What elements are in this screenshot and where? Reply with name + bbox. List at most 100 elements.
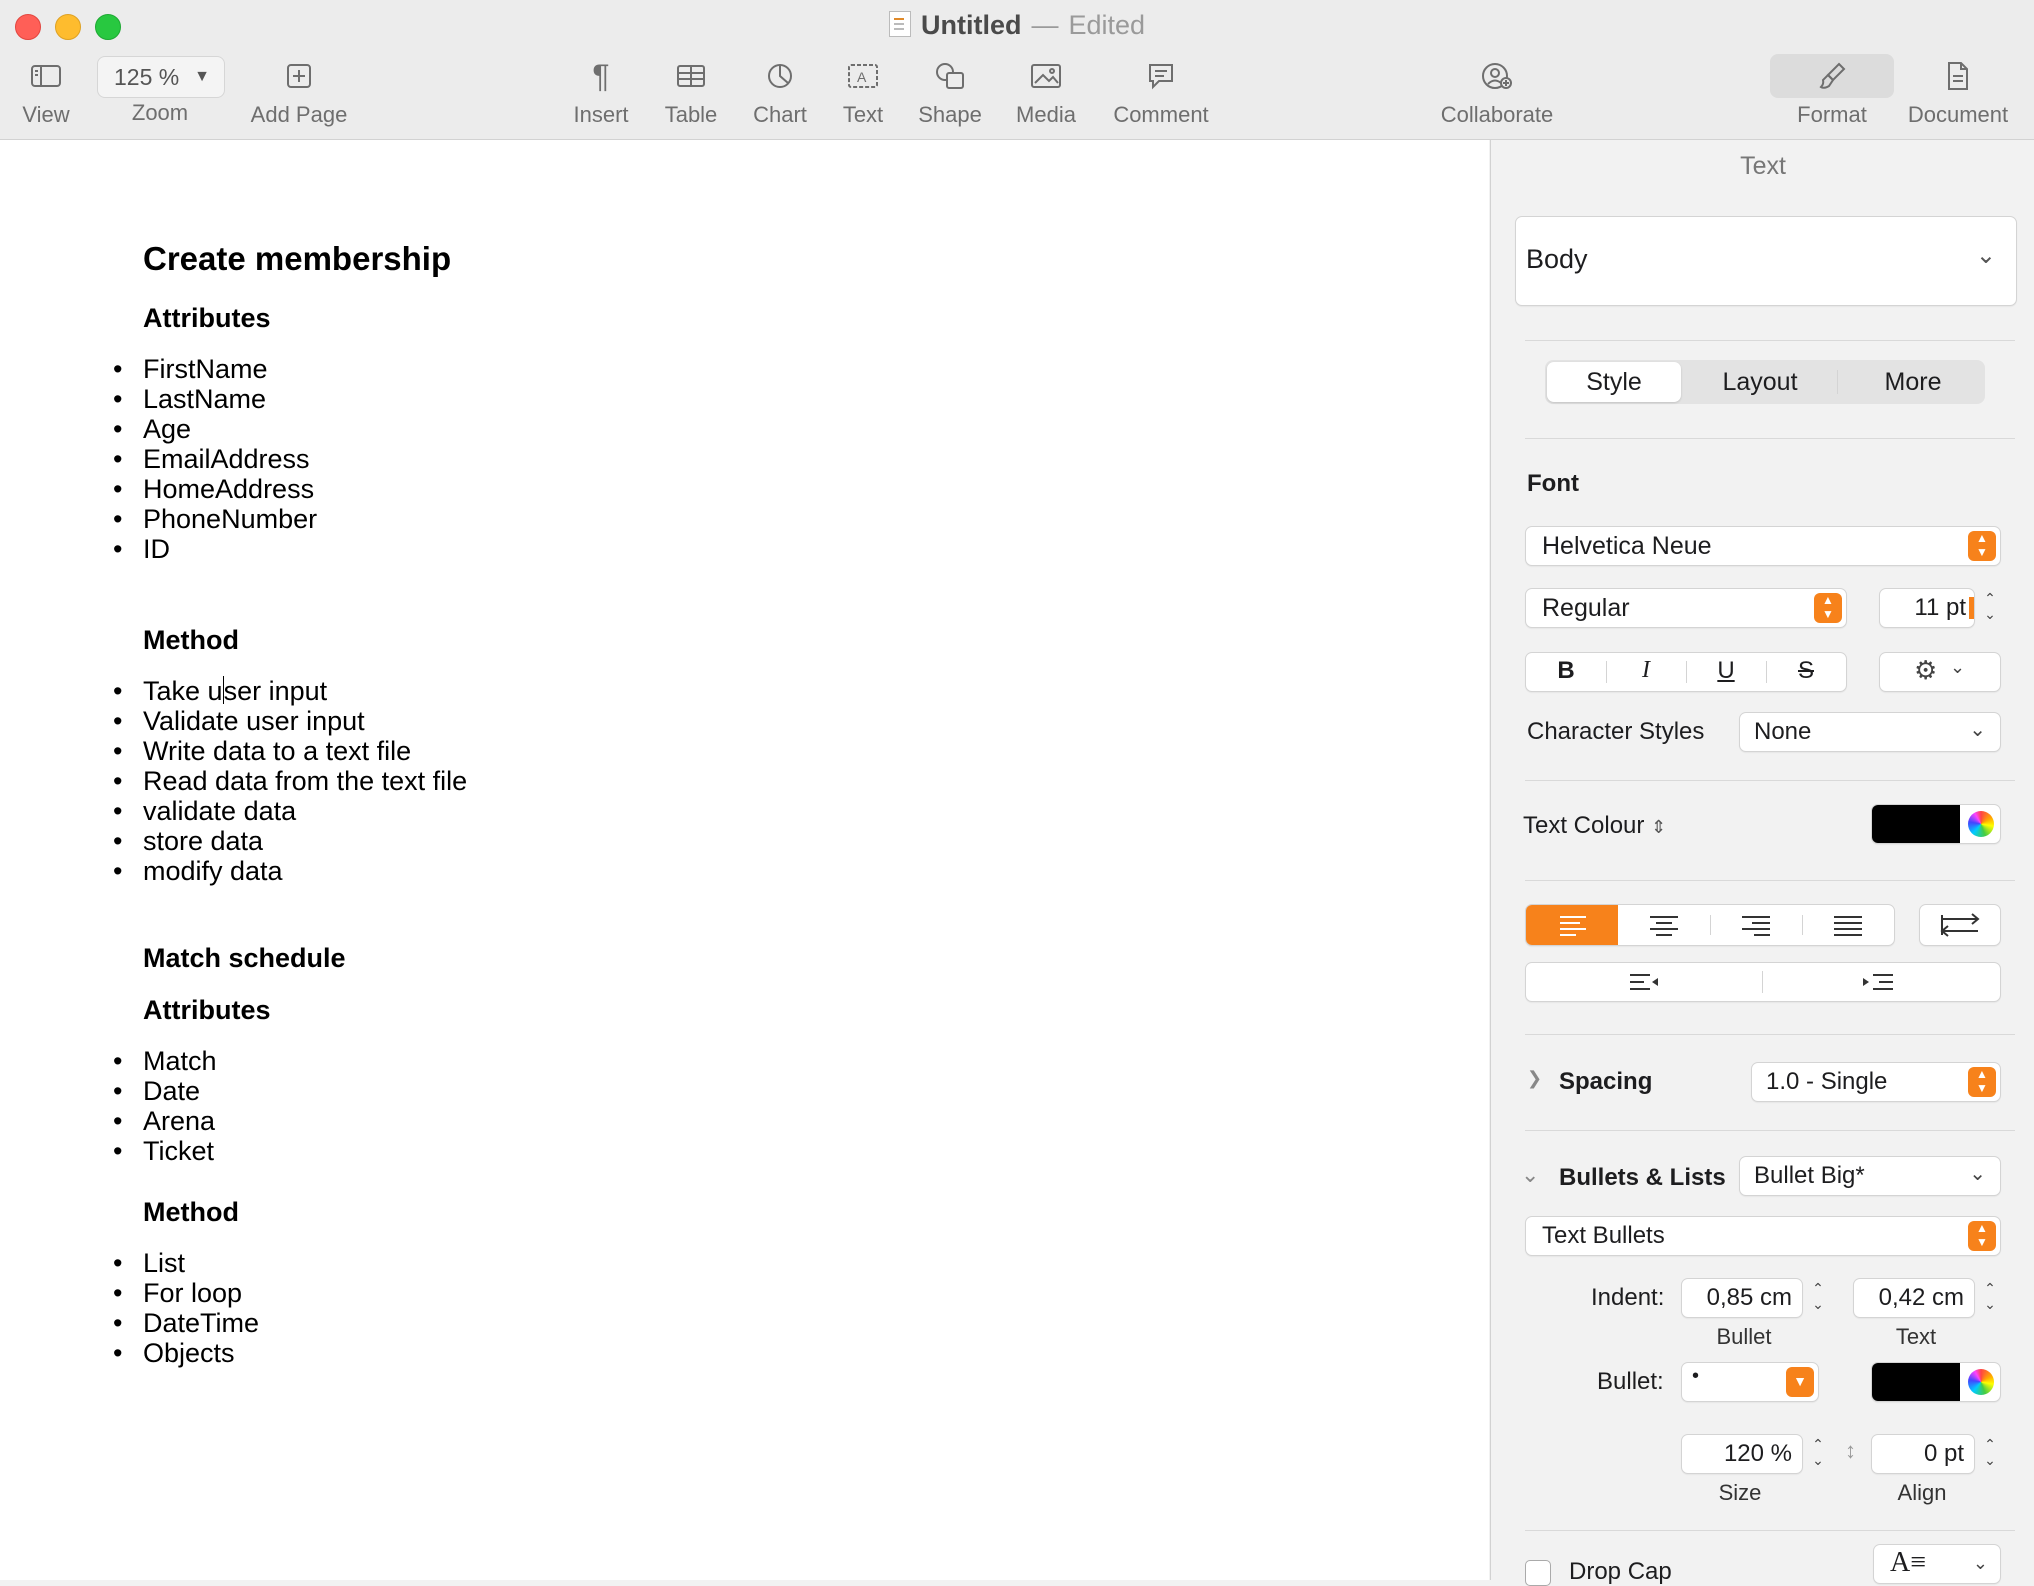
list-item: Date — [113, 1076, 1343, 1106]
align-right-icon — [1742, 916, 1770, 936]
chart-button[interactable]: Chart — [745, 56, 815, 128]
align-center-button[interactable] — [1618, 905, 1710, 945]
character-styles-label: Character Styles — [1527, 718, 1705, 745]
window-title: Untitled — Edited — [0, 8, 2034, 42]
align-left-button[interactable] — [1526, 905, 1618, 945]
font-family-popup[interactable]: Helvetica Neue ▲ ▼ — [1525, 526, 2001, 566]
bullet-colour-well[interactable] — [1871, 1362, 2001, 1402]
list-item: Take user input — [113, 676, 1343, 706]
bullet-size-stepper[interactable]: ⌃ ⌄ — [1807, 1436, 1829, 1468]
zoom-label: Zoom — [131, 100, 189, 125]
text-direction-button[interactable] — [1919, 904, 2001, 946]
heading-attributes: Attributes — [143, 303, 271, 333]
format-button[interactable]: Format — [1780, 56, 1884, 128]
table-button[interactable]: Table — [656, 56, 726, 128]
zoom-dropdown[interactable]: 125 % ▼ — [97, 56, 225, 98]
heading-method-2: Method — [143, 1197, 239, 1227]
align-left-icon — [1560, 916, 1586, 936]
list-item: Objects — [113, 1338, 1343, 1368]
text-indent-stepper[interactable]: ⌃ ⌄ — [1979, 1280, 2001, 1312]
underline-button[interactable]: U — [1686, 657, 1766, 685]
list-item: List — [113, 1248, 1343, 1278]
justify-button[interactable] — [1802, 905, 1894, 945]
text-colour-well[interactable] — [1871, 804, 2001, 844]
font-size-stepper[interactable]: ⌃ ⌄ — [1979, 590, 2001, 622]
colour-swatch — [1872, 805, 1960, 843]
inspector-title: Text — [1740, 152, 1786, 180]
format-inspector: Text Body ⌄ Style Layout More Font Helve… — [1490, 140, 2034, 1586]
chevron-down-icon: ⌄ — [1950, 657, 1966, 677]
add-page-icon — [287, 64, 311, 88]
chevron-down-icon[interactable]: ⌄ — [1521, 1162, 1539, 1188]
chevron-down-icon: ⌄ — [1975, 242, 1996, 269]
collaborate-button[interactable]: Collaborate — [1432, 56, 1562, 128]
text-colour-label[interactable]: Text Colour ⇕ — [1523, 812, 1666, 840]
colour-wheel-icon[interactable] — [1968, 811, 1994, 837]
bullet-type-popup[interactable]: Text Bullets ▲ ▼ — [1525, 1216, 2001, 1256]
bold-button[interactable]: B — [1526, 657, 1606, 685]
comment-icon — [1149, 64, 1173, 90]
shape-button[interactable]: Shape — [910, 56, 990, 128]
strikethrough-button[interactable]: S — [1766, 657, 1846, 685]
method-list: Take user input Validate user inputWrite… — [113, 676, 1343, 886]
photo-icon — [1031, 64, 1061, 88]
bullets-lists-dropdown[interactable]: Bullet Big* ⌄ — [1739, 1156, 2001, 1196]
chevron-down-icon: ⌄ — [1969, 1163, 1986, 1185]
bullet-size-field[interactable]: 120 % — [1681, 1434, 1803, 1474]
decrease-indent-button[interactable] — [1526, 963, 1762, 1001]
typeface-popup[interactable]: Regular ▲ ▼ — [1525, 588, 1847, 628]
drop-cap-checkbox[interactable] — [1525, 1560, 1551, 1586]
document-body[interactable]: Create membership Attributes FirstNameLa… — [113, 240, 1343, 1368]
bullet-label: Bullet: — [1597, 1368, 1664, 1395]
chevron-down-icon: ⌄ — [1972, 1553, 1988, 1573]
chevron-down-icon: ▼ — [1786, 1367, 1814, 1397]
view-button[interactable]: View — [16, 56, 76, 128]
list-item: LastName — [113, 384, 1343, 414]
list-item: ID — [113, 534, 1343, 564]
size-caption: Size — [1718, 1480, 1762, 1505]
gear-icon: ⚙ — [1914, 655, 1938, 685]
align-right-button[interactable] — [1710, 905, 1802, 945]
document-name: Untitled — [920, 10, 1022, 40]
advanced-options-button[interactable]: ⚙ ⌄ — [1879, 652, 2001, 692]
text-box-button[interactable]: A Text — [828, 56, 898, 128]
drop-cap-icon: A≡ — [1890, 1547, 1927, 1578]
text-indent-caption: Text — [1895, 1324, 1937, 1349]
document-canvas[interactable]: Create membership Attributes FirstNameLa… — [0, 140, 1489, 1580]
chevron-right-icon[interactable]: ❯ — [1527, 1068, 1542, 1089]
document-button[interactable]: Document — [1898, 56, 2018, 128]
bullet-align-stepper[interactable]: ⌃ ⌄ — [1979, 1436, 2001, 1468]
media-button[interactable]: Media — [1008, 56, 1084, 128]
list-item: PhoneNumber — [113, 504, 1343, 534]
colour-wheel-icon[interactable] — [1968, 1369, 1994, 1395]
align-caption: Align — [1897, 1480, 1947, 1505]
add-page-button[interactable]: Add Page — [246, 56, 352, 128]
tab-layout[interactable]: Layout — [1695, 362, 1825, 402]
drop-cap-style-dropdown[interactable]: A≡ ⌄ — [1873, 1544, 2001, 1584]
text-indent-field[interactable]: 0,42 cm — [1853, 1278, 1975, 1318]
increase-indent-icon — [1863, 974, 1893, 990]
popup-arrows-icon: ▲ ▼ — [1814, 593, 1842, 623]
comment-button[interactable]: Comment — [1108, 56, 1214, 128]
list-item: Arena — [113, 1106, 1343, 1136]
tab-more[interactable]: More — [1845, 362, 1981, 402]
increase-indent-button[interactable] — [1763, 963, 1999, 1001]
tab-style[interactable]: Style — [1547, 362, 1681, 402]
bullet-indent-field[interactable]: 0,85 cm — [1681, 1278, 1803, 1318]
spacing-label: Spacing — [1559, 1068, 1653, 1095]
bullet-indent-stepper[interactable]: ⌃ ⌄ — [1807, 1280, 1829, 1312]
character-styles-dropdown[interactable]: None ⌄ — [1739, 712, 2001, 752]
vertical-arrows-icon: ↕ — [1845, 1438, 1856, 1463]
insert-button[interactable]: ¶ Insert — [566, 56, 636, 128]
heading-method: Method — [143, 625, 239, 655]
bullet-character-field[interactable]: • ▼ — [1681, 1362, 1819, 1402]
paragraph-style-dropdown[interactable]: Body ⌄ — [1515, 216, 2017, 306]
bullet-align-field[interactable]: 0 pt — [1871, 1434, 1975, 1474]
list-item: Age — [113, 414, 1343, 444]
heading-match-schedule: Match schedule — [143, 943, 346, 973]
spacing-popup[interactable]: 1.0 - Single ▲ ▼ — [1751, 1062, 2001, 1102]
italic-button[interactable]: I — [1606, 657, 1686, 684]
font-size-field[interactable]: 11 pt — [1879, 588, 1975, 628]
indent-buttons — [1525, 962, 2001, 1002]
font-section-label: Font — [1527, 470, 1579, 497]
